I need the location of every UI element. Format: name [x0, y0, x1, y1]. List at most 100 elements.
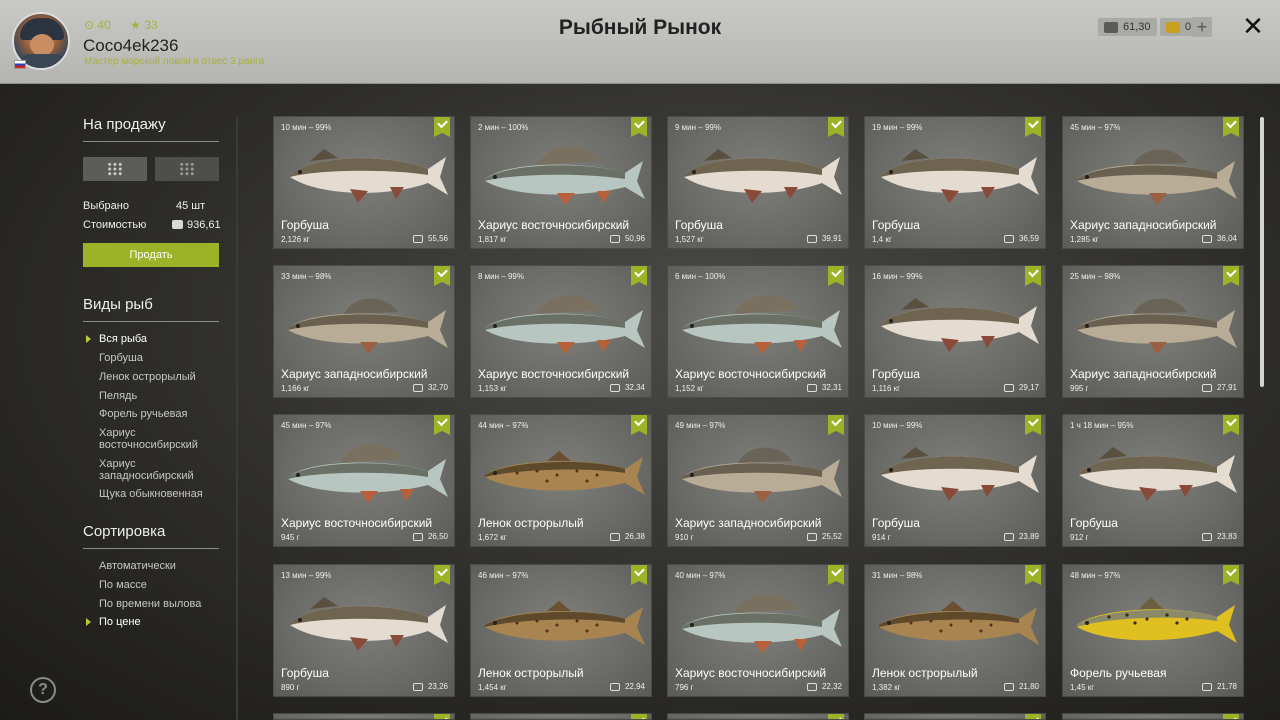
catch-time: 33 мин – 98% [281, 272, 332, 281]
checkmark-icon[interactable] [1223, 266, 1239, 286]
checkmark-icon[interactable] [434, 565, 450, 585]
checkmark-icon[interactable] [434, 415, 450, 435]
fish-card[interactable]: 10 мин – 99% Горбуша 2,126 кг 55,56 [273, 116, 455, 249]
fish-price: 36,59 [1003, 234, 1039, 243]
sort-item-time[interactable]: По времени вылова [99, 598, 201, 610]
grid-view-button[interactable] [83, 157, 147, 181]
species-item-pink-salmon[interactable]: Горбуша [99, 352, 143, 364]
coin-icon [1201, 682, 1212, 691]
fish-card[interactable]: 45 мин – 97% Хариус восточносибирский 94… [273, 414, 455, 547]
checkmark-icon[interactable] [434, 117, 450, 137]
fish-card[interactable]: 31 мин – 98% Ленок острорылый 1,382 кг 2… [864, 564, 1046, 697]
silver-coin-icon [1104, 21, 1118, 33]
fish-name: Горбуша [281, 666, 329, 680]
fish-card[interactable]: 45 мин – 97% Хариус западносибирский 1,2… [1062, 116, 1244, 249]
sort-item-auto[interactable]: Автоматически [99, 560, 176, 572]
help-icon[interactable]: ? [30, 677, 56, 703]
species-item-peled[interactable]: Пелядь [99, 390, 137, 402]
fish-price: 26,38 [609, 532, 645, 541]
russia-flag-icon [14, 60, 26, 69]
coin-icon [806, 532, 817, 541]
rank-text: Мастер морской ловли в отвес 3 ранга [84, 56, 265, 67]
fish-card[interactable]: 46 мин – 97% Ленок острорылый 1,454 кг 2… [470, 564, 652, 697]
fish-card-partial[interactable] [273, 713, 455, 720]
checkmark-icon[interactable] [1025, 415, 1041, 435]
checkmark-icon[interactable] [631, 415, 647, 435]
fish-card[interactable]: 6 мин – 100% Хариус восточносибирский 1,… [667, 265, 849, 398]
fish-card[interactable]: 8 мин – 99% Хариус восточносибирский 1,1… [470, 265, 652, 398]
checkmark-icon[interactable] [1025, 266, 1041, 286]
checkmark-icon[interactable] [828, 117, 844, 137]
checkmark-icon[interactable] [1223, 415, 1239, 435]
gold-coin-icon [1166, 21, 1180, 33]
divider [83, 141, 219, 142]
add-gold-button[interactable]: + [1192, 17, 1212, 37]
checkmark-icon[interactable] [1223, 565, 1239, 585]
fish-card[interactable]: 13 мин – 99% Горбуша 890 г 23,26 [273, 564, 455, 697]
species-item-west-grayling[interactable]: Хариус западносибирский [99, 458, 219, 482]
fish-card[interactable]: 49 мин – 97% Хариус западносибирский 910… [667, 414, 849, 547]
fish-card-partial[interactable] [1062, 713, 1244, 720]
checkmark-icon[interactable] [1223, 714, 1239, 719]
fish-name: Хариус западносибирский [1070, 218, 1217, 232]
fish-weight: 1,116 кг [872, 384, 901, 393]
fish-card[interactable]: 40 мин – 97% Хариус восточносибирский 79… [667, 564, 849, 697]
fish-price: 23,83 [1201, 532, 1237, 541]
fish-card[interactable]: 16 мин – 99% Горбуша 1,116 кг 29,17 [864, 265, 1046, 398]
catch-time: 44 мин – 97% [478, 421, 529, 430]
close-button[interactable]: ✕ [1240, 12, 1266, 40]
fish-name: Горбуша [281, 218, 329, 232]
species-item-brown-trout[interactable]: Форель ручьевая [99, 408, 187, 420]
scrollbar[interactable] [1260, 117, 1264, 387]
fish-card[interactable]: 48 мин – 97% Форель ручьевая 1,45 кг 21,… [1062, 564, 1244, 697]
checkmark-icon[interactable] [434, 714, 450, 719]
catch-time: 45 мин – 97% [281, 421, 332, 430]
sort-item-price[interactable]: По цене [99, 616, 141, 628]
fish-card-partial[interactable] [470, 713, 652, 720]
checkmark-icon[interactable] [1025, 117, 1041, 137]
checkmark-icon[interactable] [1025, 714, 1041, 719]
compact-view-button[interactable] [155, 157, 219, 181]
species-item-lenok[interactable]: Ленок острорылый [99, 371, 196, 383]
checkmark-icon[interactable] [631, 117, 647, 137]
coin-icon [1003, 682, 1014, 691]
fish-card[interactable]: 2 мин – 100% Хариус восточносибирский 1,… [470, 116, 652, 249]
checkmark-icon[interactable] [434, 266, 450, 286]
checkmark-icon[interactable] [828, 565, 844, 585]
coin-icon [412, 234, 423, 243]
fish-card[interactable]: 1 ч 18 мин – 95% Горбуша 912 г 23,83 [1062, 414, 1244, 547]
fish-name: Горбуша [872, 516, 920, 530]
sort-item-mass[interactable]: По массе [99, 579, 147, 591]
fish-price: 22,94 [609, 682, 645, 691]
fish-card[interactable]: 33 мин – 98% Хариус западносибирский 1,1… [273, 265, 455, 398]
catch-time: 31 мин – 98% [872, 571, 923, 580]
fish-card[interactable]: 9 мин – 99% Горбуша 1,527 кг 39,91 [667, 116, 849, 249]
species-item-all[interactable]: Вся рыба [99, 333, 147, 345]
species-item-east-grayling[interactable]: Хариус восточносибирский [99, 427, 219, 451]
checkmark-icon[interactable] [1223, 117, 1239, 137]
checkmark-icon[interactable] [828, 266, 844, 286]
fish-name: Ленок острорылый [478, 516, 584, 530]
coin-icon [806, 383, 817, 392]
checkmark-icon[interactable] [1025, 565, 1041, 585]
sell-button[interactable]: Продать [83, 243, 219, 267]
checkmark-icon[interactable] [631, 266, 647, 286]
species-item-pike[interactable]: Щука обыкновенная [99, 488, 203, 500]
fish-weight: 796 г [675, 683, 694, 692]
fish-price: 32,31 [806, 383, 842, 392]
checkmark-icon[interactable] [631, 714, 647, 719]
checkmark-icon[interactable] [631, 565, 647, 585]
checkmark-icon[interactable] [828, 714, 844, 719]
fish-card-partial[interactable] [667, 713, 849, 720]
checkmark-icon[interactable] [828, 415, 844, 435]
fish-name: Форель ручьевая [1070, 666, 1167, 680]
coin-icon [1003, 532, 1014, 541]
fish-card[interactable]: 19 мин – 99% Горбуша 1,4 кг 36,59 [864, 116, 1046, 249]
selected-value: 45 шт [176, 200, 206, 212]
fish-card-partial[interactable] [864, 713, 1046, 720]
fish-card[interactable]: 44 мин – 97% Ленок острорылый 1,672 кг 2… [470, 414, 652, 547]
fish-card[interactable]: 25 мин – 98% Хариус западносибирский 995… [1062, 265, 1244, 398]
fish-card[interactable]: 10 мин – 99% Горбуша 914 г 23,89 [864, 414, 1046, 547]
fish-price: 21,78 [1201, 682, 1237, 691]
catch-time: 1 ч 18 мин – 95% [1070, 421, 1134, 430]
